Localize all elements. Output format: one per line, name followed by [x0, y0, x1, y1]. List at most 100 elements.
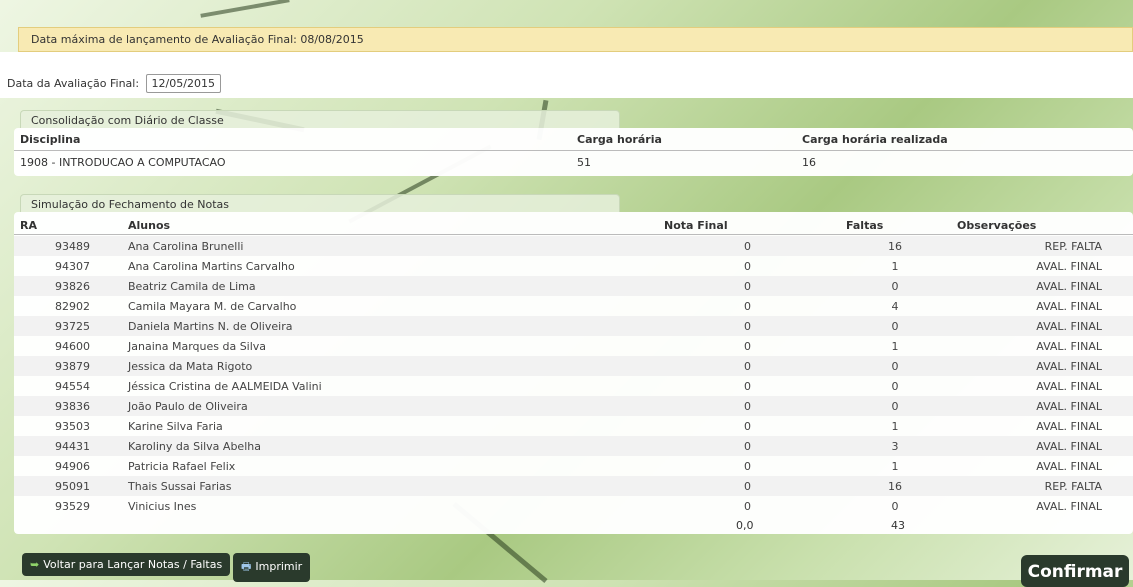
absences-header: Faltas	[846, 219, 884, 232]
discipline-header: Disciplina	[20, 133, 81, 146]
student-absences: 16	[888, 240, 902, 253]
student-final-grade: 0	[744, 380, 751, 393]
student-final-grade: 0	[744, 460, 751, 473]
table-row: 94600 Janaina Marques da Silva 0 1 AVAL. FIN…	[14, 336, 1133, 356]
student-ra: 94600	[55, 340, 90, 353]
student-observation: AVAL. FINAL	[1036, 420, 1102, 433]
final-date-input[interactable]: 12/05/2015	[145, 74, 221, 93]
final-date-row: Data da Avaliação Final: 12/05/2015	[7, 74, 221, 93]
student-name: Jéssica Cristina de AALMEIDA Valini	[128, 380, 322, 393]
student-observation: REP. FALTA	[1044, 240, 1102, 253]
student-final-grade: 0	[744, 260, 751, 273]
student-absences: 4	[891, 300, 899, 313]
student-final-grade: 0	[744, 500, 751, 513]
student-name: Daniela Martins N. de Oliveira	[128, 320, 293, 333]
ra-header: RA	[20, 219, 37, 232]
table-row: 94554 Jéssica Cristina de AALMEIDA Valini…	[14, 376, 1133, 396]
student-absences: 0	[891, 360, 899, 373]
total-absences: 43	[891, 519, 905, 532]
table-row: 93826 Beatriz Camila de Lima 0 0 AVAL. FINAL	[14, 276, 1133, 296]
student-final-grade: 0	[744, 240, 751, 253]
table-row: 93879 Jessica da Mata Rigoto 0 0 AVAL. FINAL	[14, 356, 1133, 376]
simulation-tab: Simulação do Fechamento de Notas	[20, 194, 620, 212]
final-date-label: Data da Avaliação Final:	[7, 77, 140, 90]
student-absences: 16	[888, 480, 902, 493]
print-button-label: Imprimir	[255, 560, 303, 573]
hours-header: Carga horária	[577, 133, 662, 146]
table-row: 82902 Camila Mayara M. de Carvalho 0 4 AVAL.…	[14, 296, 1133, 316]
simulation-panel: RA Alunos Nota Final Faltas Observações …	[14, 212, 1133, 534]
student-name: Vinicius Ines	[128, 500, 197, 513]
student-ra: 94554	[55, 380, 90, 393]
student-observation: AVAL. FINAL	[1036, 320, 1102, 333]
student-observation: AVAL. FINAL	[1036, 400, 1102, 413]
table-row: 93836 João Paulo de Oliveira 0 0 AVAL. FINAL	[14, 396, 1133, 416]
student-final-grade: 0	[744, 360, 751, 373]
hours-value: 51	[577, 156, 591, 169]
deadline-notice: Data máxima de lançamento de Avaliação F…	[18, 27, 1133, 52]
hours-done-value: 16	[802, 156, 816, 169]
student-name: Karoliny da Silva Abelha	[128, 440, 261, 453]
student-final-grade: 0	[744, 300, 751, 313]
observations-header: Observações	[957, 219, 1037, 232]
table-row: 95091 Thais Sussai Farias 0 16 REP. FALTA	[14, 476, 1133, 496]
header-divider	[14, 234, 1133, 235]
student-ra: 93503	[55, 420, 90, 433]
student-observation: AVAL. FINAL	[1036, 360, 1102, 373]
student-ra: 93529	[55, 500, 90, 513]
student-observation: AVAL. FINAL	[1036, 340, 1102, 353]
student-ra: 94906	[55, 460, 90, 473]
student-observation: AVAL. FINAL	[1036, 500, 1102, 513]
student-absences: 0	[891, 280, 899, 293]
student-final-grade: 0	[744, 400, 751, 413]
student-ra: 94431	[55, 440, 90, 453]
table-row: 93503 Karine Silva Faria 0 1 AVAL. FINAL	[14, 416, 1133, 436]
student-name: Janaina Marques da Silva	[128, 340, 267, 353]
student-final-grade: 0	[744, 420, 751, 433]
student-observation: REP. FALTA	[1044, 480, 1102, 493]
student-name: Thais Sussai Farias	[128, 480, 232, 493]
header-divider	[14, 150, 1133, 151]
student-absences: 1	[891, 340, 899, 353]
back-arrow-icon: ➥	[30, 558, 40, 571]
back-button-label: Voltar para Lançar Notas / Faltas	[43, 558, 223, 571]
student-absences: 1	[891, 260, 899, 273]
student-name: Ana Carolina Brunelli	[128, 240, 244, 253]
student-name: Ana Carolina Martins Carvalho	[128, 260, 295, 273]
consolidation-tab: Consolidação com Diário de Classe	[20, 110, 620, 128]
table-row: 94431 Karoliny da Silva Abelha 0 3 AVAL. FIN…	[14, 436, 1133, 456]
table-row: 93529 Vinicius Ines 0 0 AVAL. FINAL	[14, 496, 1133, 516]
student-ra: 93879	[55, 360, 90, 373]
table-row: 94307 Ana Carolina Martins Carvalho 0 1 AVAL…	[14, 256, 1133, 276]
student-observation: AVAL. FINAL	[1036, 280, 1102, 293]
student-final-grade: 0	[744, 340, 751, 353]
student-ra: 93836	[55, 400, 90, 413]
student-final-grade: 0	[744, 480, 751, 493]
student-observation: AVAL. FINAL	[1036, 300, 1102, 313]
consolidation-panel: Disciplina Carga horária Carga horária r…	[14, 128, 1133, 176]
print-button[interactable]: 🖶 Imprimir	[233, 553, 311, 582]
student-final-grade: 0	[744, 280, 751, 293]
student-absences: 0	[891, 400, 899, 413]
confirm-button[interactable]: Confirmar	[1021, 555, 1129, 587]
student-observation: AVAL. FINAL	[1036, 380, 1102, 393]
back-button[interactable]: ➥ Voltar para Lançar Notas / Faltas	[22, 553, 231, 576]
printer-icon: 🖶	[241, 560, 252, 573]
total-grade: 0,0	[736, 519, 754, 532]
table-row: 93725 Daniela Martins N. de Oliveira 0 0 AVA…	[14, 316, 1133, 336]
student-ra: 93725	[55, 320, 90, 333]
student-name: Karine Silva Faria	[128, 420, 223, 433]
student-absences: 0	[891, 320, 899, 333]
student-name: Jessica da Mata Rigoto	[128, 360, 253, 373]
student-absences: 1	[891, 420, 899, 433]
student-ra: 82902	[55, 300, 90, 313]
student-absences: 3	[891, 440, 899, 453]
student-absences: 0	[891, 500, 899, 513]
student-ra: 94307	[55, 260, 90, 273]
student-name: Camila Mayara M. de Carvalho	[128, 300, 297, 313]
student-observation: AVAL. FINAL	[1036, 460, 1102, 473]
student-ra: 93489	[55, 240, 90, 253]
student-absences: 0	[891, 380, 899, 393]
student-observation: AVAL. FINAL	[1036, 440, 1102, 453]
student-absences: 1	[891, 460, 899, 473]
